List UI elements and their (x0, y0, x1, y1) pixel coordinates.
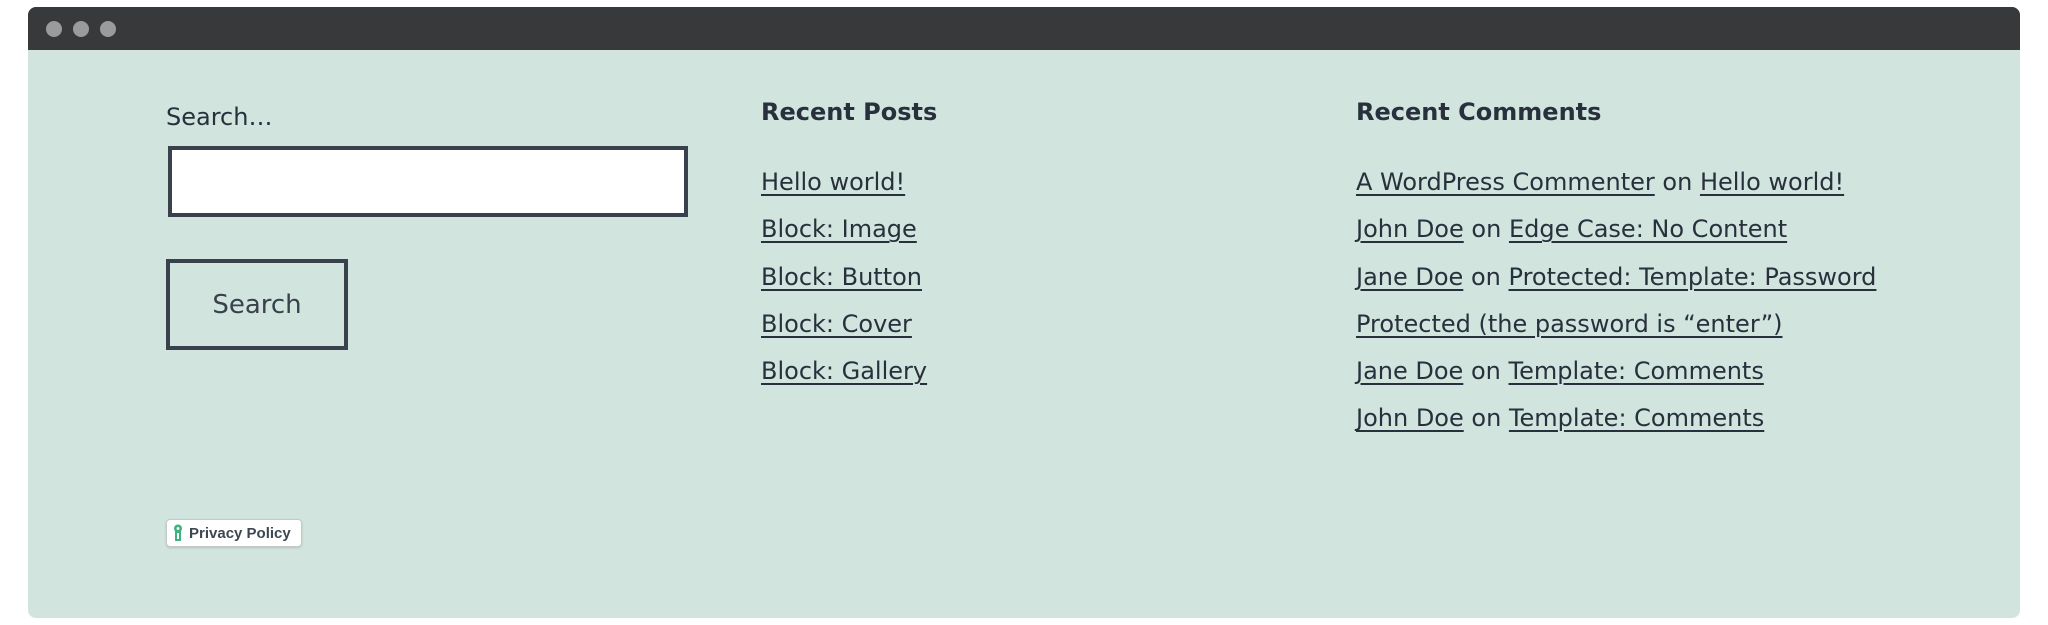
privacy-policy-badge[interactable]: Privacy Policy (166, 519, 302, 547)
list-item: Block: Gallery (761, 348, 927, 395)
comment-item: A WordPress Commenter on Hello world! (1356, 159, 1876, 206)
keyhole-icon (174, 524, 182, 541)
recent-post-link[interactable]: Hello world! (761, 168, 905, 196)
list-item: Block: Cover (761, 301, 927, 348)
list-item: Block: Button (761, 254, 927, 301)
comment-item: John Doe on Edge Case: No Content (1356, 206, 1876, 253)
recent-post-link[interactable]: Block: Image (761, 215, 917, 243)
list-item: Block: Image (761, 206, 927, 253)
recent-comments-heading: Recent Comments (1356, 98, 1602, 126)
search-button[interactable]: Search (166, 259, 348, 350)
window-titlebar (28, 7, 2020, 50)
comment-connector: on (1471, 404, 1502, 433)
comment-item: Protected (the password is “enter”) (1356, 301, 1876, 348)
window-maximize-dot-icon[interactable] (100, 21, 116, 37)
list-item: Hello world! (761, 159, 927, 206)
privacy-policy-label: Privacy Policy (189, 524, 291, 542)
recent-comments-list: A WordPress Commenter on Hello world! Jo… (1356, 159, 1876, 443)
page-footer-widgets: Search… Search Recent Posts Hello world!… (28, 50, 2020, 618)
comment-connector: on (1662, 168, 1693, 196)
recent-post-link[interactable]: Block: Button (761, 263, 922, 291)
search-input[interactable] (168, 146, 688, 217)
comment-post-link[interactable]: Protected (the password is “enter”) (1356, 310, 1783, 338)
comment-post-link[interactable]: Edge Case: No Content (1509, 215, 1787, 243)
comment-item: John Doe on Template: Comments (1356, 395, 1876, 442)
recent-post-link[interactable]: Block: Cover (761, 310, 912, 338)
comment-post-link[interactable]: Hello world! (1700, 168, 1844, 196)
recent-posts-heading: Recent Posts (761, 98, 938, 126)
comment-author-link[interactable]: John Doe (1356, 404, 1464, 432)
search-label: Search… (166, 103, 273, 131)
comment-author-link[interactable]: A WordPress Commenter (1356, 168, 1655, 196)
window-minimize-dot-icon[interactable] (73, 21, 89, 37)
comment-connector: on (1470, 357, 1501, 386)
comment-connector: on (1470, 262, 1501, 291)
comment-connector: on (1471, 215, 1502, 244)
comment-author-link[interactable]: Jane Doe (1356, 263, 1463, 291)
recent-post-link[interactable]: Block: Gallery (761, 357, 927, 385)
comment-post-link[interactable]: Template: Comments (1509, 357, 1764, 385)
comment-item: Jane Doe on Protected: Template: Passwor… (1356, 254, 1876, 301)
comment-item: Jane Doe on Template: Comments (1356, 348, 1876, 395)
recent-posts-list: Hello world! Block: Image Block: Button … (761, 159, 927, 395)
comment-post-link[interactable]: Protected: Template: Password (1509, 263, 1877, 291)
window-close-dot-icon[interactable] (46, 21, 62, 37)
browser-window: Search… Search Recent Posts Hello world!… (28, 7, 2020, 618)
comment-post-link[interactable]: Template: Comments (1509, 404, 1764, 432)
comment-author-link[interactable]: John Doe (1356, 215, 1464, 243)
comment-author-link[interactable]: Jane Doe (1356, 357, 1463, 385)
